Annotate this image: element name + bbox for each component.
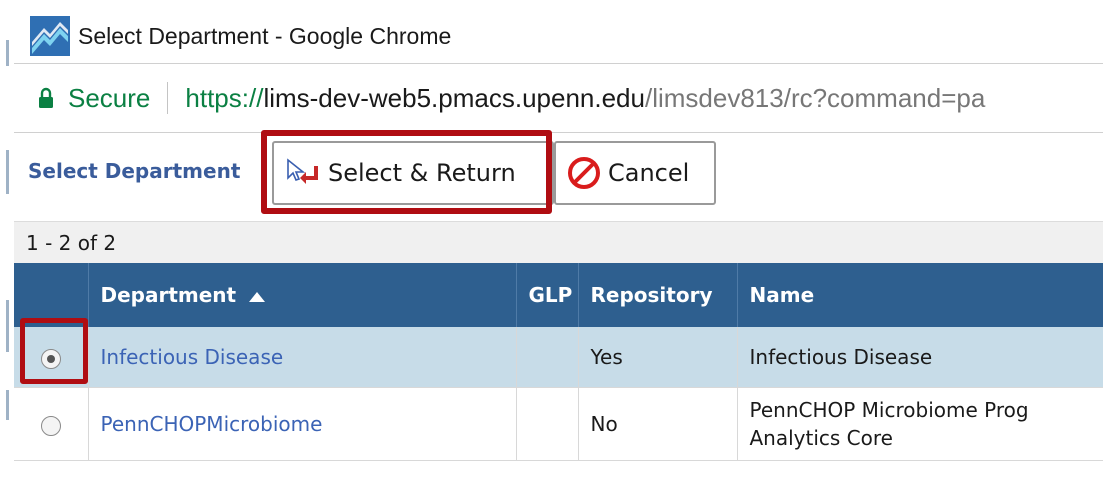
cancel-label: Cancel <box>608 159 690 187</box>
window-title-bar: Select Department - Google Chrome <box>14 12 1103 60</box>
table-row[interactable]: Infectious Disease Yes Infectious Diseas… <box>14 327 1103 388</box>
page-title: Select Department <box>28 159 241 183</box>
pager-count: 1 - 2 of 2 <box>14 221 1103 263</box>
name-cell: Infectious Disease <box>737 327 1103 388</box>
select-return-highlight <box>261 130 552 214</box>
department-link[interactable]: PennCHOPMicrobiome <box>88 387 517 461</box>
name-text-line2: Analytics Core <box>749 426 893 450</box>
cancel-button[interactable]: Cancel <box>554 141 716 205</box>
url-scheme: https:// <box>185 82 264 113</box>
address-bar[interactable]: Secure https://lims-dev-web5.pmacs.upenn… <box>14 63 1103 133</box>
column-header-name[interactable]: Name <box>737 263 1103 327</box>
left-window-edge <box>0 0 13 489</box>
name-text: PennCHOP Microbiome Prog <box>749 398 1029 422</box>
glp-cell <box>516 387 579 461</box>
url-text[interactable]: https://lims-dev-web5.pmacs.upenn.edu/li… <box>185 83 985 114</box>
no-entry-icon <box>568 157 600 189</box>
lock-icon <box>39 87 53 108</box>
table-header-row: Department GLP Repository Name <box>14 263 1103 327</box>
column-header-repository[interactable]: Repository <box>578 263 738 327</box>
column-header-glp[interactable]: GLP <box>516 263 579 327</box>
secure-label: Secure <box>68 82 151 113</box>
record-count: 1 - 2 of 2 <box>26 230 117 255</box>
repository-cell: No <box>578 387 738 461</box>
window-title: Select Department - Google Chrome <box>78 22 452 49</box>
address-separator <box>167 82 169 114</box>
department-table: Department GLP Repository Name Infectiou… <box>14 263 1103 461</box>
glp-cell <box>516 327 579 388</box>
url-host: lims-dev-web5.pmacs.upenn.edu <box>263 82 645 113</box>
name-cell: PennCHOP Microbiome Prog Analytics Core <box>737 387 1103 461</box>
name-text: Infectious Disease <box>749 345 933 369</box>
row-radio-cell[interactable] <box>14 387 89 461</box>
table-row[interactable]: PennCHOPMicrobiome No PennCHOP Microbiom… <box>14 387 1103 461</box>
radio-highlight <box>20 318 88 384</box>
sort-ascending-icon <box>249 291 266 302</box>
toolbar: Select Department Select & Return Cancel <box>14 130 1103 221</box>
row-radio[interactable] <box>40 415 61 436</box>
url-path: /limsdev813/rc?command=pa <box>644 82 986 113</box>
column-header-department[interactable]: Department <box>88 263 517 327</box>
department-link[interactable]: Infectious Disease <box>88 327 517 388</box>
repository-cell: Yes <box>578 327 738 388</box>
app-logo-icon <box>30 16 70 56</box>
